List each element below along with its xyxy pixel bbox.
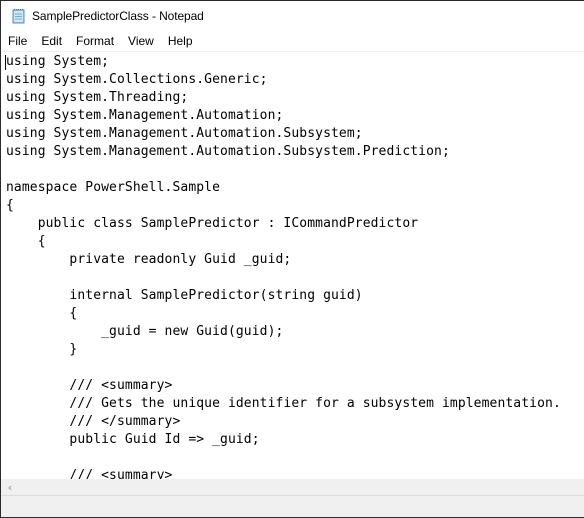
code-line: { — [6, 306, 78, 321]
code-line: using System.Collections.Generic; — [6, 72, 268, 87]
code-line: private readonly Guid _guid; — [6, 252, 292, 267]
code-line: /// Gets the unique identifier for a sub… — [6, 396, 561, 411]
code-line: using System; — [6, 54, 110, 69]
menu-bar: File Edit Format View Help — [1, 31, 584, 51]
notepad-icon — [11, 8, 27, 24]
editor-content[interactable]: using System; using System.Collections.Ge… — [6, 53, 561, 480]
code-line: using System.Management.Automation.Subsy… — [6, 144, 450, 159]
menu-view[interactable]: View — [121, 31, 161, 51]
window-title: SamplePredictorClass - Notepad — [32, 9, 204, 23]
horizontal-scrollbar[interactable]: ‹ — [1, 479, 584, 496]
menu-file[interactable]: File — [1, 31, 34, 51]
notepad-window: SamplePredictorClass - Notepad File Edit… — [0, 0, 584, 518]
status-area — [1, 496, 584, 517]
menu-edit[interactable]: Edit — [34, 31, 69, 51]
code-line: public class SamplePredictor : ICommandP… — [6, 216, 419, 231]
code-line: internal SamplePredictor(string guid) — [6, 288, 363, 303]
code-line: using System.Management.Automation.Subsy… — [6, 126, 363, 141]
code-line: using System.Management.Automation; — [6, 108, 284, 123]
code-line: } — [6, 342, 78, 357]
title-bar[interactable]: SamplePredictorClass - Notepad — [1, 1, 584, 31]
menu-format[interactable]: Format — [69, 31, 121, 51]
code-line: _guid = new Guid(guid); — [6, 324, 284, 339]
scroll-left-arrow-icon[interactable]: ‹ — [4, 479, 16, 495]
code-line: { — [6, 234, 46, 249]
code-line: using System.Threading; — [6, 90, 189, 105]
code-line: /// <summary> — [6, 378, 173, 393]
code-line: public Guid Id => _guid; — [6, 432, 260, 447]
text-caret — [5, 55, 6, 70]
code-line: { — [6, 198, 14, 213]
code-line: namespace PowerShell.Sample — [6, 180, 221, 195]
menu-help[interactable]: Help — [161, 31, 200, 51]
text-editor[interactable]: using System; using System.Collections.Ge… — [1, 51, 584, 480]
code-line: /// </summary> — [6, 414, 181, 429]
